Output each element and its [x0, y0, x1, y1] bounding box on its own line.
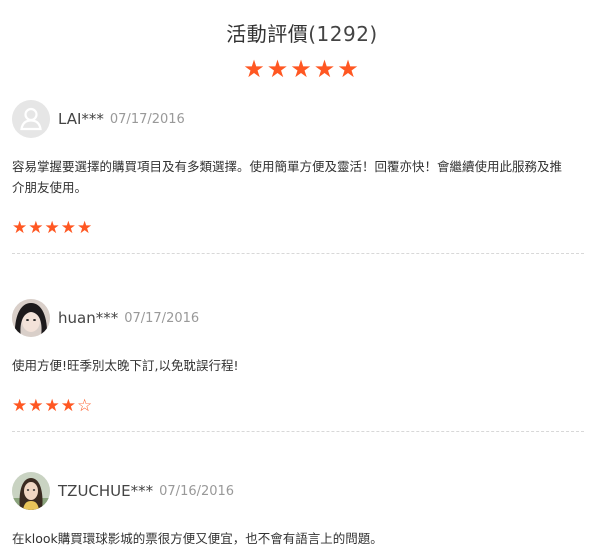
review-count: (1292) [308, 22, 378, 46]
user-photo [12, 472, 50, 510]
avatar [12, 299, 50, 337]
review-date: 07/17/2016 [124, 310, 200, 326]
username: LAI*** [58, 110, 104, 128]
title-text: 活動評價 [226, 22, 309, 46]
default-user-icon [12, 100, 50, 138]
review-header: TZUCHUE*** 07/16/2016 [12, 470, 584, 512]
username: TZUCHUE*** [58, 482, 154, 500]
review-header: LAI*** 07/17/2016 [12, 98, 584, 140]
user-photo [12, 299, 50, 337]
review-text: 在klook購買環球影城的票很方便又便宜，也不會有語言上的問題。 [12, 531, 383, 546]
review-item: LAI*** 07/17/2016 容易掌握要選擇的購買項目及有多類選擇。使用簡… [12, 98, 584, 254]
review-text: 容易掌握要選擇的購買項目及有多類選擇。使用簡單方便及靈活！回覆亦快！會繼續使用此… [12, 159, 563, 195]
username: huan*** [58, 309, 119, 327]
review-text: 使用方便!旺季別太晚下訂,以免耽誤行程! [12, 358, 239, 373]
avatar [12, 100, 50, 138]
divider [12, 431, 584, 432]
review-rating-stars: ★★★★☆ [12, 396, 94, 416]
page-title: 活動評價(1292) [0, 18, 604, 47]
review-date: 07/17/2016 [109, 111, 185, 127]
review-item: huan*** 07/17/2016 使用方便!旺季別太晚下訂,以免耽誤行程! … [12, 297, 584, 432]
divider [12, 253, 584, 254]
avatar [12, 472, 50, 510]
review-rating-stars: ★★★★★ [12, 218, 94, 238]
review-header: huan*** 07/17/2016 [12, 297, 584, 339]
overall-rating-stars: ★★★★★ [243, 55, 361, 83]
review-item: TZUCHUE*** 07/16/2016 在klook購買環球影城的票很方便又… [12, 470, 584, 549]
review-date: 07/16/2016 [159, 483, 235, 499]
reviews-header: 活動評價(1292) ★★★★★ [0, 18, 604, 81]
